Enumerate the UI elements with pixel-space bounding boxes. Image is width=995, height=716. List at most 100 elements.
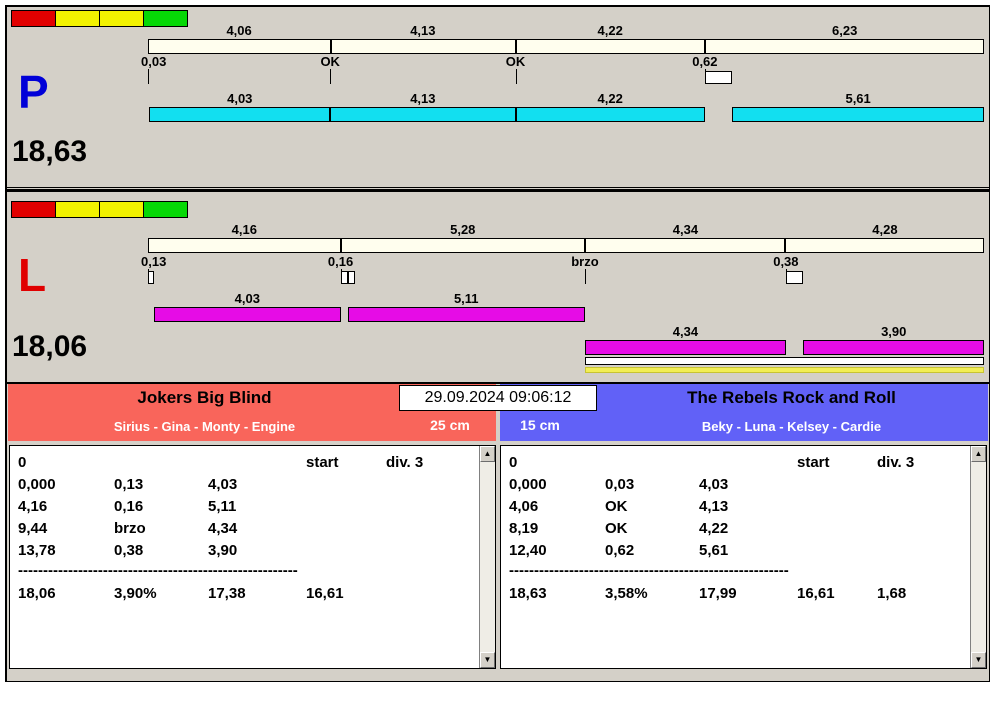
table-cell: brzo [114, 520, 146, 537]
team-members-left: Sirius - Gina - Monty - Engine [113, 419, 296, 434]
scroll-down-button[interactable]: ▼ [480, 652, 495, 668]
segment-time-label: 4,28 [872, 222, 898, 237]
table-cell: 9,44 [18, 520, 48, 537]
bar-segment [515, 107, 705, 122]
overall-split-bar [148, 39, 984, 54]
segment-time-label: 4,16 [231, 222, 257, 237]
segment-time-label: 4,22 [597, 23, 623, 38]
table-cell: 3,90 [208, 542, 238, 559]
segment-time-label: 4,13 [410, 91, 436, 106]
vertical-scrollbar[interactable]: ▲ ▼ [970, 446, 986, 668]
table-content: 0 start div. 3 0,000 0,03 4,03 4,06 OK 4,13 8,19 O… [501, 446, 969, 668]
segment-time-label: 4,06 [226, 23, 252, 38]
timing-bar-row [148, 357, 984, 365]
segment-time-label: 4,22 [597, 91, 623, 106]
table-cell: 5,11 [208, 498, 237, 515]
table-cell: 18,63 [509, 585, 547, 602]
table-row: 0,000 0,13 4,03 [18, 474, 478, 496]
table-cell: 8,19 [509, 520, 539, 537]
table-divider-row: ----------------------------------------… [509, 562, 969, 580]
split-labels-row: 4,06 4,13 4,22 6,23 [148, 23, 984, 38]
timing-bar-area: 4,06 4,13 4,22 6,23 0,03 OK OK 0,62 4,03 4,13 4,… [141, 7, 984, 187]
team-members-right: Beky - Luna - Kelsey - Cardie [701, 419, 882, 434]
table-cell: 4,16 [18, 498, 48, 515]
segment-time-label: 4,03 [234, 291, 260, 306]
bar-segment [330, 107, 516, 122]
table-cell: 0 [509, 454, 518, 471]
segment-time-label: 4,13 [410, 23, 436, 38]
table-divider-line: ----------------------------------------… [509, 562, 789, 579]
segment-time-label: 4,03 [227, 91, 253, 106]
table-cell [386, 583, 478, 605]
scoreboard-section: Jokers Big Blind Sirius - Gina - Monty -… [7, 384, 989, 675]
bar-segment [584, 340, 786, 355]
scroll-down-icon: ▼ [483, 655, 492, 664]
split-labels-row: 4,16 5,28 4,34 4,28 [148, 222, 984, 237]
run-labels-row: 4,03 4,13 4,22 5,61 [148, 91, 984, 107]
table-row: 13,78 0,38 3,90 [18, 540, 478, 562]
flag-block [11, 10, 56, 27]
scroll-up-icon: ▲ [483, 449, 492, 458]
table-cell [877, 540, 969, 562]
table-cell [699, 452, 797, 474]
table-cell: 18,06 [18, 585, 56, 602]
overall-split-bar [148, 238, 984, 253]
segment-time-label: 5,28 [450, 222, 476, 237]
gap-indicator-box [340, 271, 348, 284]
table-cell: OK [605, 520, 628, 537]
timing-app-window: P 18,63 4,06 4,13 4,22 6,23 0,03 OK OK 0,62 4,… [5, 5, 990, 682]
table-cell [877, 518, 969, 540]
segment-time-label: 6,23 [832, 23, 858, 38]
vertical-scrollbar[interactable]: ▲ ▼ [479, 446, 495, 668]
table-cell [797, 518, 877, 540]
table-cell: OK [605, 498, 628, 515]
table-cell: 4,22 [699, 520, 729, 537]
scroll-down-button[interactable]: ▼ [971, 652, 986, 668]
table-totals-row: 18,06 3,90% 17,38 16,61 [18, 583, 478, 605]
table-cell: 16,61 [306, 585, 344, 602]
tick-label: 0,13 [141, 254, 167, 269]
results-table-left: 0 start div. 3 0,000 0,13 4,03 4,16 0,16 5,11 9,4… [9, 445, 496, 669]
tick-mark [515, 69, 517, 84]
segment-divider [784, 238, 787, 253]
table-cell [114, 452, 208, 474]
segment-divider [340, 238, 343, 253]
table-row: 12,40 0,62 5,61 [509, 540, 969, 562]
table-cell: 3,90% [114, 585, 157, 602]
bar-segment [149, 107, 331, 122]
bar-segment [803, 340, 984, 355]
table-cell [605, 452, 699, 474]
table-cell: 0,16 [114, 498, 144, 515]
table-cell [208, 452, 306, 474]
flag-block [99, 201, 144, 218]
flag-block [55, 201, 100, 218]
table-cell: 4,13 [699, 498, 729, 515]
table-row: 4,06 OK 4,13 [509, 496, 969, 518]
lane-letter: P [18, 66, 49, 118]
table-cell [797, 540, 877, 562]
table-cell: 4,03 [208, 476, 238, 493]
tick-mark [584, 269, 586, 284]
team-name-right: The Rebels Rock and Roll [687, 388, 896, 407]
tick-label: OK [505, 54, 526, 69]
datetime-display: 29.09.2024 09:06:12 [399, 385, 597, 411]
table-cell [306, 540, 386, 562]
table-cell: 4,03 [699, 476, 729, 493]
tick-label: 0,16 [327, 254, 354, 269]
gap-indicator-box [785, 271, 804, 284]
table-cell: 0,000 [509, 476, 547, 493]
table-cell: 13,78 [18, 542, 56, 559]
scroll-up-button[interactable]: ▲ [480, 446, 495, 462]
table-row: 9,44 brzo 4,34 [18, 518, 478, 540]
scroll-up-button[interactable]: ▲ [971, 446, 986, 462]
team-name-left: Jokers Big Blind [137, 388, 272, 407]
table-cell: 3,58% [605, 585, 648, 602]
lane-panel-p: P 18,63 4,06 4,13 4,22 6,23 0,03 OK OK 0,62 4,… [7, 7, 989, 187]
run-bars-stack: 4,03 5,11 4,34 3,90 [148, 291, 984, 375]
tick-label: 0,62 [692, 54, 718, 69]
table-cell: div. 3 [877, 454, 915, 471]
lane-total-time: 18,06 [12, 330, 88, 363]
table-header-row: 0 start div. 3 [509, 452, 969, 474]
flag-block [11, 201, 56, 218]
table-cell [877, 496, 969, 518]
